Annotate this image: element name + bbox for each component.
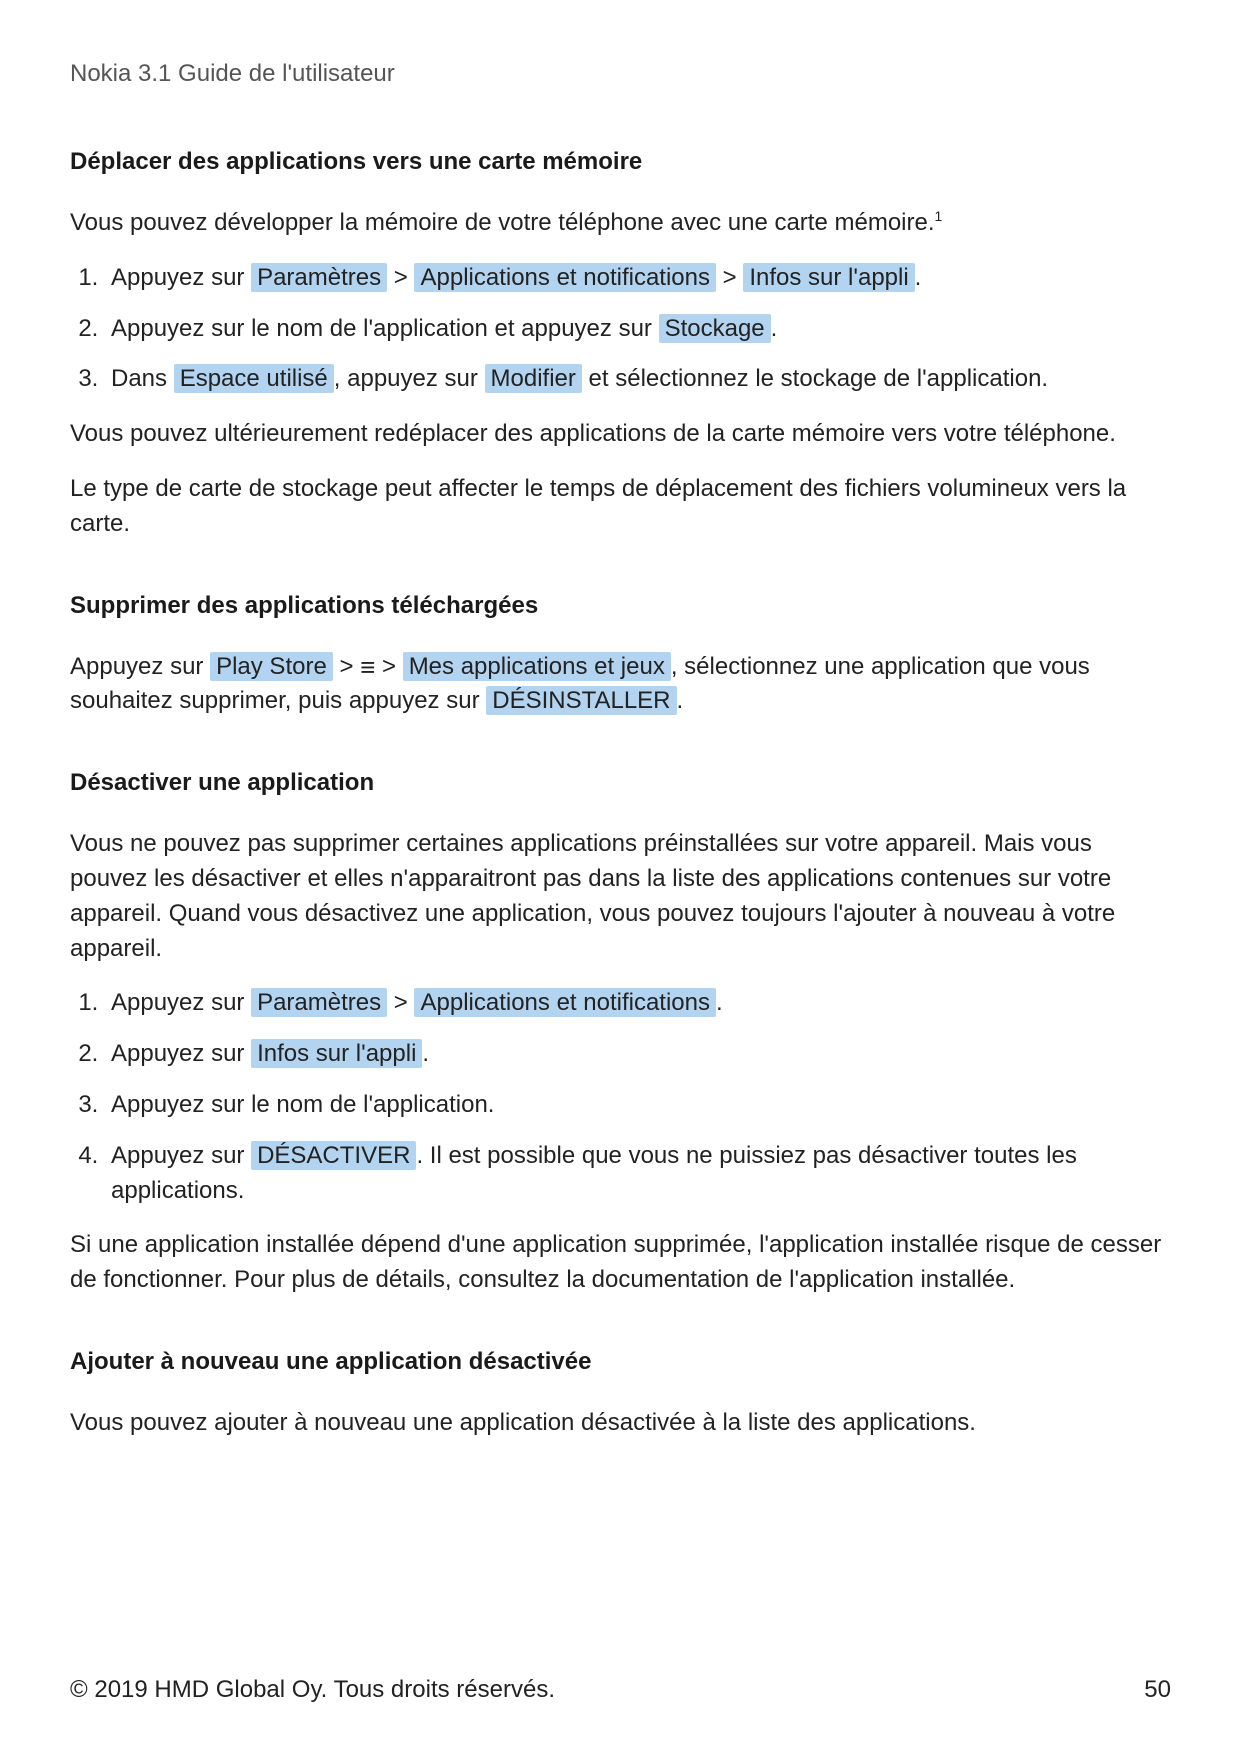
paragraph: Le type de carte de stockage peut affect…	[70, 472, 1171, 542]
text: Appuyez sur le nom de l'application et a…	[111, 315, 659, 342]
list-item: Appuyez sur le nom de l'application et a…	[105, 312, 1171, 347]
page: Nokia 3.1 Guide de l'utilisateur Déplace…	[0, 0, 1241, 1754]
text: Vous pouvez développer la mémoire de vot…	[70, 209, 935, 236]
text: .	[915, 264, 922, 291]
text: .	[677, 687, 684, 714]
list-item: Appuyez sur DÉSACTIVER. Il est possible …	[105, 1139, 1171, 1209]
text: Appuyez sur	[70, 653, 210, 680]
paragraph: Vous ne pouvez pas supprimer certaines a…	[70, 827, 1171, 966]
ui-uninstall: DÉSINSTALLER	[486, 686, 676, 715]
section-title-readd-app: Ajouter à nouveau une application désact…	[70, 1348, 1171, 1376]
document-header-title: Nokia 3.1 Guide de l'utilisateur	[70, 60, 1171, 88]
text: .	[422, 1040, 429, 1067]
ui-modify: Modifier	[485, 364, 582, 393]
text: .	[716, 989, 723, 1016]
list-item: Appuyez sur Paramètres > Applications et…	[105, 261, 1171, 296]
section-title-disable-app: Désactiver une application	[70, 769, 1171, 797]
ordered-list: Appuyez sur Paramètres > Applications et…	[70, 261, 1171, 397]
ui-settings: Paramètres	[251, 263, 387, 292]
list-item: Appuyez sur Paramètres > Applications et…	[105, 986, 1171, 1021]
list-item: Dans Espace utilisé, appuyez sur Modifie…	[105, 362, 1171, 397]
text: Appuyez sur	[111, 264, 251, 291]
text: .	[771, 315, 778, 342]
text: >	[375, 653, 402, 680]
footnote-ref: 1	[935, 208, 943, 224]
paragraph: Appuyez sur Play Store > ≡ > Mes applica…	[70, 650, 1171, 720]
section-title-delete-apps: Supprimer des applications téléchargées	[70, 592, 1171, 620]
section-title-move-apps: Déplacer des applications vers une carte…	[70, 148, 1171, 176]
paragraph: Vous pouvez ultérieurement redéplacer de…	[70, 417, 1171, 452]
hamburger-icon: ≡	[360, 654, 375, 680]
text: Appuyez sur	[111, 1142, 251, 1169]
text: >	[333, 653, 360, 680]
text: , appuyez sur	[334, 365, 485, 392]
paragraph: Si une application installée dépend d'un…	[70, 1228, 1171, 1298]
ui-settings: Paramètres	[251, 988, 387, 1017]
ui-app-info: Infos sur l'appli	[251, 1039, 422, 1068]
ui-play-store: Play Store	[210, 652, 333, 681]
ui-app-info: Infos sur l'appli	[743, 263, 914, 292]
ui-disable: DÉSACTIVER	[251, 1141, 416, 1170]
text: et sélectionnez le stockage de l'applica…	[582, 365, 1048, 392]
page-footer: © 2019 HMD Global Oy. Tous droits réserv…	[70, 1676, 1171, 1704]
paragraph: Vous pouvez développer la mémoire de vot…	[70, 206, 1171, 241]
ui-apps-notifications: Applications et notifications	[414, 988, 716, 1017]
ui-my-apps: Mes applications et jeux	[403, 652, 671, 681]
ordered-list: Appuyez sur Paramètres > Applications et…	[70, 986, 1171, 1208]
ui-apps-notifications: Applications et notifications	[414, 263, 716, 292]
text: Appuyez sur	[111, 989, 251, 1016]
list-item: Appuyez sur le nom de l'application.	[105, 1088, 1171, 1123]
list-item: Appuyez sur Infos sur l'appli.	[105, 1037, 1171, 1072]
copyright-text: © 2019 HMD Global Oy. Tous droits réserv…	[70, 1676, 555, 1704]
paragraph: Vous pouvez ajouter à nouveau une applic…	[70, 1406, 1171, 1441]
ui-storage: Stockage	[659, 314, 771, 343]
page-number: 50	[1144, 1676, 1171, 1704]
ui-used-space: Espace utilisé	[174, 364, 334, 393]
text: Dans	[111, 365, 174, 392]
text: Appuyez sur	[111, 1040, 251, 1067]
